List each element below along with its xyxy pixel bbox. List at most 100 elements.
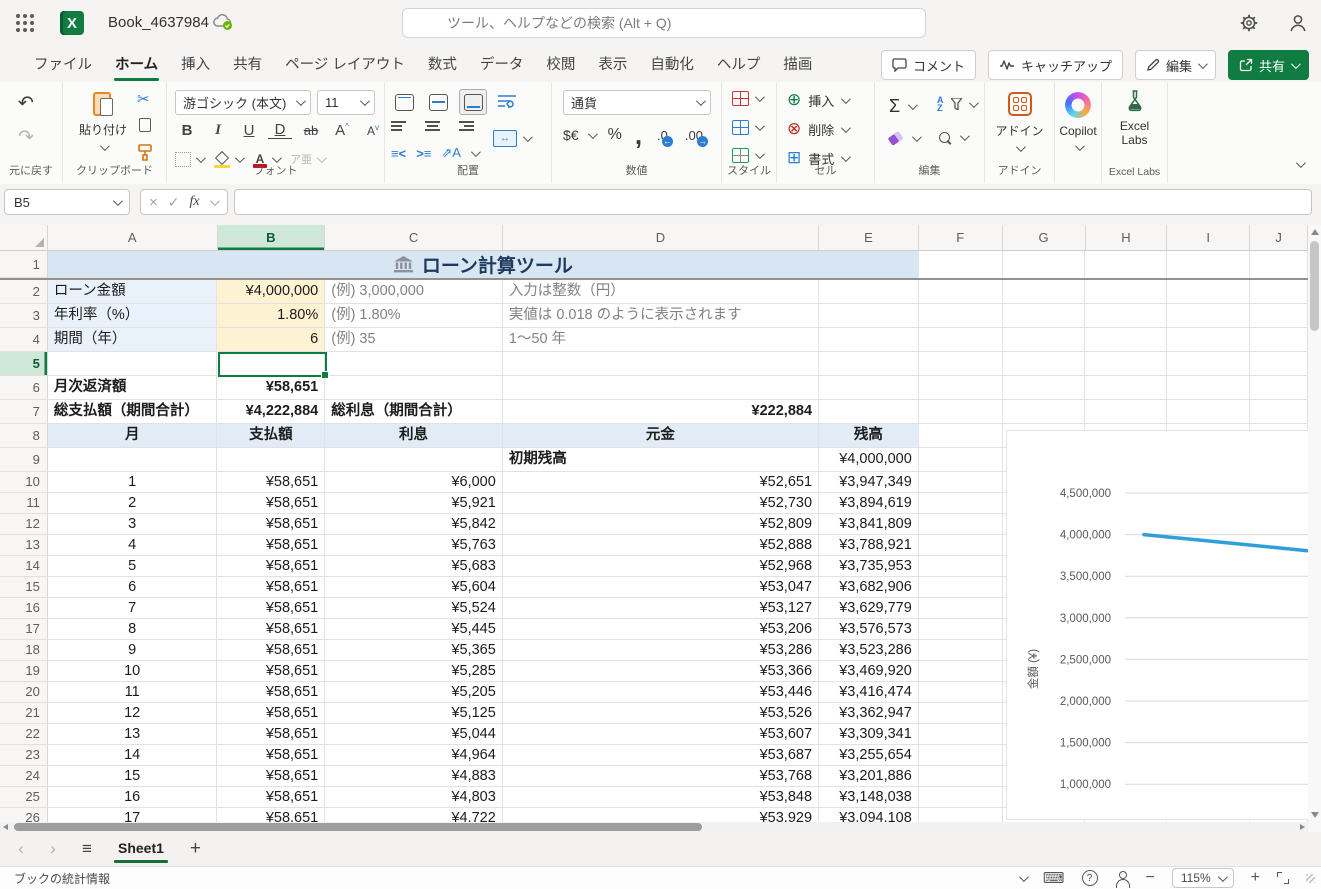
font-size-dropdown[interactable]: 11 <box>317 90 375 115</box>
fx-chevron[interactable] <box>210 196 220 206</box>
cell-I2[interactable] <box>1167 280 1250 304</box>
cell-B2[interactable]: ¥4,000,000 <box>217 280 325 304</box>
column-header-C[interactable]: C <box>325 225 503 250</box>
align-center-button[interactable] <box>425 119 440 130</box>
conditional-formatting-button[interactable] <box>732 91 762 106</box>
cell-B22[interactable]: ¥58,651 <box>217 724 325 745</box>
clear-button[interactable] <box>889 134 919 143</box>
cell-A12[interactable]: 3 <box>48 514 218 535</box>
cell-A15[interactable]: 6 <box>48 577 218 598</box>
cell-D15[interactable]: ¥53,047 <box>503 577 819 598</box>
horizontal-scrollbar[interactable] <box>0 822 1308 832</box>
sheet-tab-sheet1[interactable]: Sheet1 <box>110 834 172 865</box>
cell-E5[interactable] <box>819 352 919 376</box>
zoom-in-button[interactable]: + <box>1251 869 1260 887</box>
decrease-indent-button[interactable]: ≡< <box>391 146 406 161</box>
cell-D23[interactable]: ¥53,687 <box>503 745 819 766</box>
cell-E18[interactable]: ¥3,523,286 <box>819 640 919 661</box>
cell-B9[interactable] <box>217 448 325 472</box>
workbook-statistics-button[interactable]: ブックの統計情報 <box>0 870 110 887</box>
cell-D18[interactable]: ¥53,286 <box>503 640 819 661</box>
cell-A11[interactable]: 2 <box>48 493 218 514</box>
column-header-D[interactable]: D <box>503 225 819 250</box>
scroll-down-arrow[interactable] <box>1311 812 1319 818</box>
horizontal-scroll-thumb[interactable] <box>14 823 702 831</box>
cell-D2[interactable]: 入力は整数（円） <box>503 280 819 304</box>
cell-F24[interactable] <box>919 766 1003 787</box>
cell-D12[interactable]: ¥52,809 <box>503 514 819 535</box>
cell-C14[interactable]: ¥5,683 <box>325 556 503 577</box>
help-icon[interactable]: ? <box>1082 870 1098 886</box>
cell-C17[interactable]: ¥5,445 <box>325 619 503 640</box>
column-header-I[interactable]: I <box>1167 225 1250 250</box>
cell-E21[interactable]: ¥3,362,947 <box>819 703 919 724</box>
name-box[interactable]: B5 <box>4 189 130 215</box>
tab-11[interactable]: 描画 <box>776 47 819 82</box>
cell-I4[interactable] <box>1167 328 1250 352</box>
cell-G5[interactable] <box>1003 352 1086 376</box>
tab-0[interactable]: ファイル <box>27 47 99 82</box>
cell-E19[interactable]: ¥3,469,920 <box>819 661 919 682</box>
italic-button[interactable]: I <box>206 122 230 139</box>
cell-E7[interactable] <box>819 400 919 424</box>
align-right-button[interactable] <box>459 119 474 130</box>
strikethrough-button[interactable]: ab <box>299 123 323 138</box>
cell-F20[interactable] <box>919 682 1003 703</box>
cell-D6[interactable] <box>503 376 819 400</box>
bold-button[interactable]: B <box>175 122 199 139</box>
number-format-dropdown[interactable]: 通貨 <box>563 90 711 115</box>
row-header-1[interactable]: 1 <box>0 251 48 278</box>
account-person-icon[interactable] <box>1288 13 1308 38</box>
cell-B8[interactable]: 支払額 <box>217 424 325 448</box>
delete-cells-button[interactable]: ⊗ 削除 <box>787 119 848 139</box>
cell-C25[interactable]: ¥4,803 <box>325 787 503 808</box>
cell-B14[interactable]: ¥58,651 <box>217 556 325 577</box>
row-header-24[interactable]: 24 <box>0 766 48 787</box>
format-as-table-button[interactable] <box>732 120 762 135</box>
settings-gear-icon[interactable] <box>1240 14 1258 37</box>
cell-D11[interactable]: ¥52,730 <box>503 493 819 514</box>
row-header-8[interactable]: 8 <box>0 424 48 448</box>
cell-D16[interactable]: ¥53,127 <box>503 598 819 619</box>
row-header-12[interactable]: 12 <box>0 514 48 535</box>
cell-B10[interactable]: ¥58,651 <box>217 472 325 493</box>
cell-F3[interactable] <box>919 304 1003 328</box>
cell-B25[interactable]: ¥58,651 <box>217 787 325 808</box>
row-header-11[interactable]: 11 <box>0 493 48 514</box>
zoom-level-dropdown[interactable]: 115% <box>1172 868 1234 888</box>
cell-F4[interactable] <box>919 328 1003 352</box>
cell-styles-button[interactable] <box>732 148 762 163</box>
row-header-17[interactable]: 17 <box>0 619 48 640</box>
scroll-left-arrow[interactable] <box>3 824 8 830</box>
cell-E20[interactable]: ¥3,416,474 <box>819 682 919 703</box>
cell-A22[interactable]: 13 <box>48 724 218 745</box>
cell-G3[interactable] <box>1003 304 1086 328</box>
cell-C18[interactable]: ¥5,365 <box>325 640 503 661</box>
increase-decimal-button[interactable]: .00→ <box>685 128 703 143</box>
document-title[interactable]: Book_4637984 <box>108 14 209 31</box>
cell-C11[interactable]: ¥5,921 <box>325 493 503 514</box>
excel-labs-button[interactable]: Excel Labs <box>1102 90 1167 147</box>
all-sheets-menu-icon[interactable]: ≡ <box>74 839 100 859</box>
column-header-F[interactable]: F <box>919 225 1003 250</box>
cell-H7[interactable] <box>1085 400 1167 424</box>
app-launcher-icon[interactable] <box>14 12 36 34</box>
cell-C13[interactable]: ¥5,763 <box>325 535 503 556</box>
cell-F10[interactable] <box>919 472 1003 493</box>
sort-filter-button[interactable]: AZ <box>937 96 976 112</box>
row-header-9[interactable]: 9 <box>0 448 48 472</box>
cell-C6[interactable] <box>325 376 503 400</box>
insert-cells-button[interactable]: ⊕ 挿入 <box>787 90 848 110</box>
cell-C8[interactable]: 利息 <box>325 424 503 448</box>
cell-B11[interactable]: ¥58,651 <box>217 493 325 514</box>
cell-I7[interactable] <box>1167 400 1250 424</box>
double-underline-button[interactable]: D <box>268 121 292 139</box>
vertical-scrollbar[interactable] <box>1308 225 1321 832</box>
row-header-10[interactable]: 10 <box>0 472 48 493</box>
formula-input[interactable] <box>234 189 1312 215</box>
cell-E22[interactable]: ¥3,309,341 <box>819 724 919 745</box>
column-header-E[interactable]: E <box>819 225 919 250</box>
cell-A18[interactable]: 9 <box>48 640 218 661</box>
cell-E9[interactable]: ¥4,000,000 <box>819 448 919 472</box>
cell-D21[interactable]: ¥53,526 <box>503 703 819 724</box>
